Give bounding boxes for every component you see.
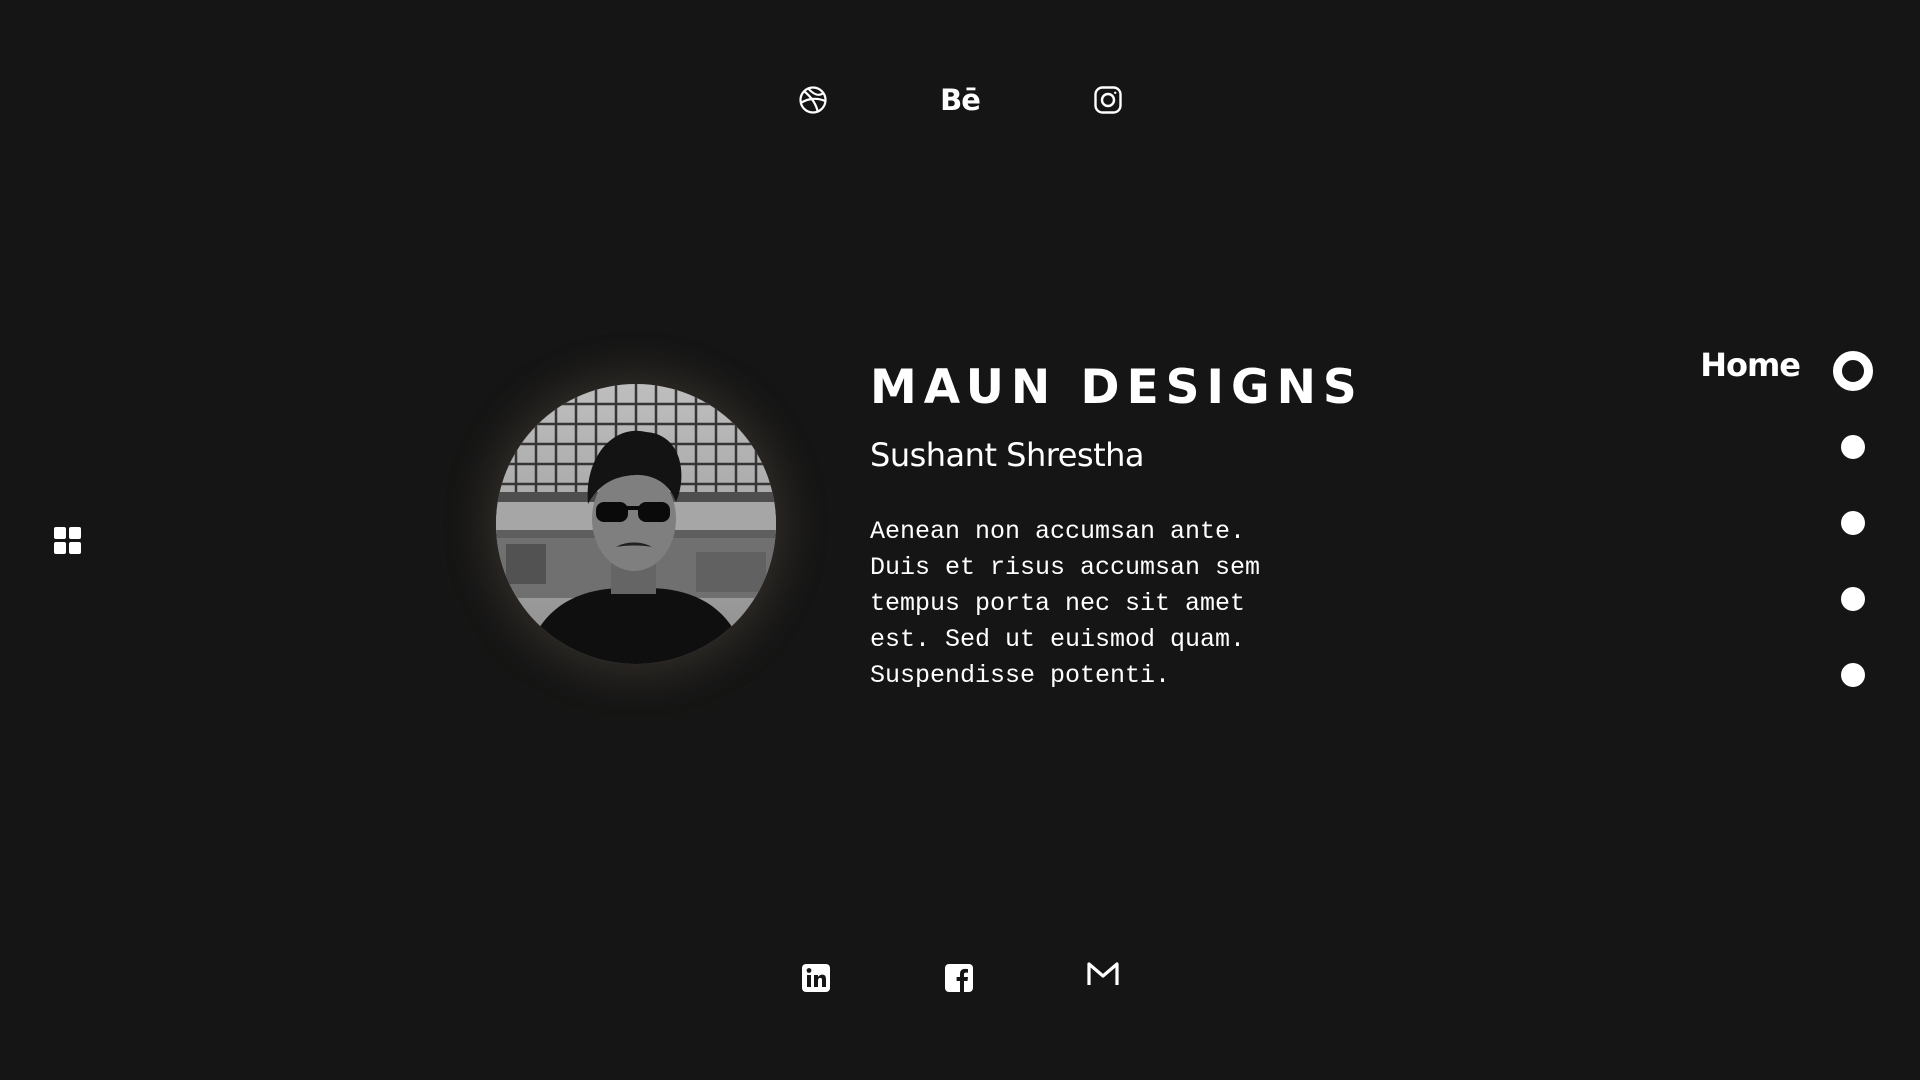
gmail-icon[interactable]: [1083, 954, 1123, 994]
social-links-bottom: [0, 958, 1920, 1000]
dribbble-icon[interactable]: [793, 80, 833, 120]
facebook-icon[interactable]: [939, 958, 979, 998]
avatar: [496, 384, 776, 664]
social-links-top: Bē: [0, 80, 1920, 120]
grid-menu-icon[interactable]: [54, 527, 84, 557]
behance-label: Bē: [940, 82, 981, 117]
linkedin-icon[interactable]: [796, 958, 836, 998]
nav-dot-4[interactable]: [1841, 587, 1865, 611]
behance-icon[interactable]: Bē: [937, 80, 983, 120]
brand-title: MAUN DESIGNS: [870, 360, 1364, 415]
person-name: Sushant Shrestha: [870, 436, 1145, 474]
bio-text: Aenean non accumsan ante. Duis et risus …: [870, 517, 1261, 690]
nav-dot-2[interactable]: [1841, 435, 1865, 459]
nav-dot-home[interactable]: [1833, 351, 1873, 391]
nav-dot-3[interactable]: [1841, 511, 1865, 535]
nav-dot-5[interactable]: [1841, 663, 1865, 687]
instagram-icon[interactable]: [1088, 80, 1128, 120]
nav-label-home[interactable]: Home: [1700, 346, 1801, 384]
